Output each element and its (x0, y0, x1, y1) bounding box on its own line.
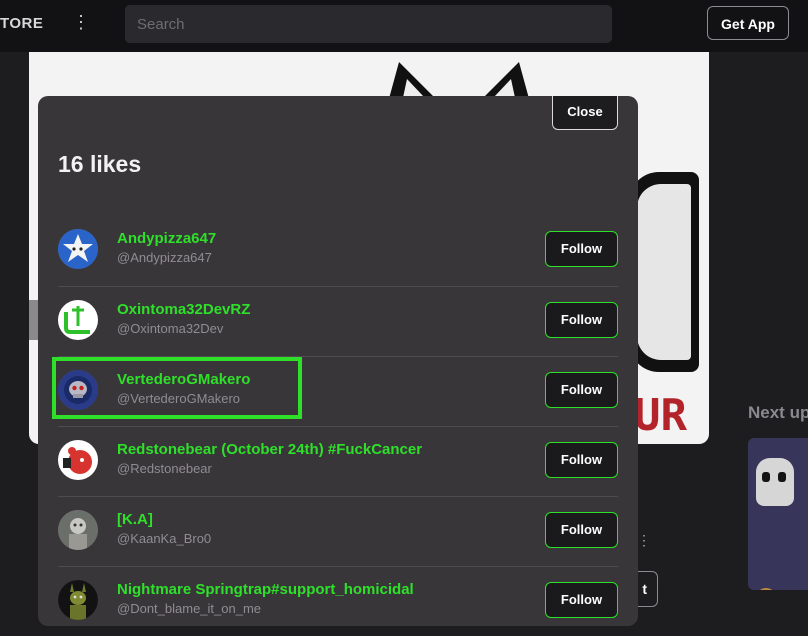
star-avatar-icon[interactable] (58, 229, 98, 269)
likes-list: Andypizza647 @Andypizza647 Follow Oxinto… (58, 216, 618, 636)
follow-button[interactable]: Follow (545, 512, 618, 548)
background-more-icon[interactable]: ⋮ (637, 532, 651, 549)
search-input[interactable] (125, 5, 612, 43)
user-row[interactable]: Andypizza647 @Andypizza647 Follow (58, 216, 618, 286)
user-row[interactable]: Oxintoma32DevRZ @Oxintoma32Dev Follow (58, 286, 618, 356)
top-bar: TORE ⋮ Get App (0, 0, 808, 52)
next-up-heading: Next up (748, 403, 808, 422)
artwork-badge (629, 172, 699, 372)
skull-graphic (756, 458, 794, 506)
green-logo-avatar-icon[interactable] (58, 300, 98, 340)
artwork-text: UR (634, 390, 687, 441)
get-app-button[interactable]: Get App (707, 6, 789, 40)
follow-button[interactable]: Follow (545, 302, 618, 338)
kebab-menu-icon[interactable]: ⋮ (72, 13, 90, 31)
user-handle: @Oxintoma32Dev (117, 321, 224, 336)
user-name[interactable]: Oxintoma32DevRZ (117, 301, 250, 318)
likes-title: 16 likes (58, 151, 142, 177)
user-name[interactable]: [K.A] (117, 511, 153, 528)
next-up-thumbnail[interactable]: @... (748, 438, 808, 590)
follow-button[interactable]: Follow (545, 442, 618, 478)
user-row[interactable]: [K.A] @KaanKa_Bro0 Follow (58, 496, 618, 566)
creator-avatar (756, 588, 776, 590)
highlight-box (52, 357, 302, 419)
user-handle: @Andypizza647 (117, 250, 212, 265)
user-name[interactable]: Redstonebear (October 24th) #FuckCancer (117, 441, 422, 458)
red-bear-avatar-icon[interactable] (58, 440, 98, 480)
follow-button[interactable]: Follow (545, 582, 618, 618)
follow-button[interactable]: Follow (545, 372, 618, 408)
user-handle: @Dont_blame_it_on_me (117, 601, 262, 616)
user-name[interactable]: Nightmare Springtrap#support_homicidal (117, 581, 414, 598)
user-name[interactable]: Andypizza647 (117, 230, 216, 247)
store-label[interactable]: TORE (0, 15, 43, 32)
user-handle: @Redstonebear (117, 461, 212, 476)
close-button[interactable]: Close (552, 96, 618, 130)
follow-button[interactable]: Follow (545, 231, 618, 267)
user-handle: @KaanKa_Bro0 (117, 531, 212, 546)
character-avatar-icon[interactable] (58, 510, 98, 550)
springtrap-avatar-icon[interactable] (58, 580, 98, 620)
search-bar[interactable] (125, 5, 612, 43)
user-row[interactable]: Nightmare Springtrap#support_homicidal @… (58, 566, 618, 636)
user-row[interactable]: Redstonebear (October 24th) #FuckCancer … (58, 426, 618, 496)
